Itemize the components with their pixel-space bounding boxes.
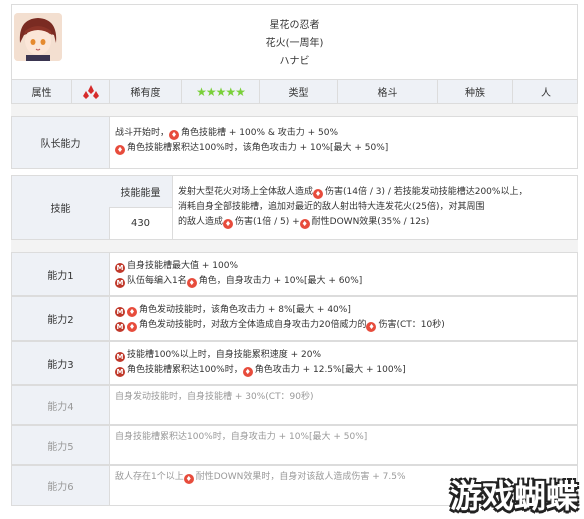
character-card: 星花の忍者 花火(一周年) ハナビ 属性 稀有度 ★★★★★ 类型 格斗 种族 … [11, 4, 578, 506]
ability-row-2: 能力2 M ♦ 角色发动技能时，该角色攻击力 + 8%[最大 + 40%] M ♦ 角色… [11, 296, 578, 341]
fire-icon: ♦ [183, 474, 194, 484]
fire-icon: ♦ [186, 278, 197, 288]
m-icon: M [115, 367, 125, 377]
skill-line1: 发射大型花火对场上全体敌人造成 [178, 187, 314, 197]
ability-line: 敌人存在1个以上 [115, 472, 184, 482]
ability-row-4: 能力4 自身发动技能时，自身技能槽 + 30%(CT：90秒) [11, 385, 578, 425]
ability-text: 自身发动技能时，自身技能槽 + 30%(CT：90秒) [115, 392, 314, 402]
ability-line: 技能槽100%以上时，自身技能累积速度 + 20% [127, 350, 321, 360]
type-label: 类型 [260, 80, 338, 103]
leader-ability-text: 战斗开始时， ♦ 角色技能槽 + 100% & 攻击力 + 50% ♦ 角色技能槽累积… [115, 126, 571, 156]
ability-line: 角色技能槽累积达100%时， [127, 365, 243, 375]
ability-line: 伤害(CT：10秒) [378, 320, 445, 330]
m-icon: M [115, 263, 125, 273]
rarity-stars: ★★★★★ [182, 80, 260, 103]
skill-line2: 消耗自身全部技能槽，追加对最近的敌人射出特大连发花火(25倍)，对其周围 [178, 202, 485, 212]
leader-line2: 角色技能槽累积达100%时，该角色攻击力 + 10%[最大 + 50%] [127, 143, 389, 153]
m-icon: M [115, 278, 125, 288]
skill-text: 发射大型花火对场上全体敌人造成 ♦ 伤害(14倍 / 3) / 若技能发动技能槽达2… [178, 185, 571, 230]
race-value: 人 [541, 88, 551, 99]
m-icon: M [115, 307, 125, 317]
fire-icon: ♦ [313, 189, 324, 199]
skill-line1b: 伤害(14倍 / 3) / 若技能发动技能槽达200%以上， [325, 187, 528, 197]
ability-line: 耐性DOWN效果时，自身对该敌人造成伤害 + 7.5% [195, 472, 406, 482]
ability-label: 能力6 [12, 466, 110, 505]
ability-text: 自身技能槽累积达100%时，自身攻击力 + 10%[最大 + 50%] [115, 432, 368, 442]
skill-row: 技能 技能能量 430 发射大型花火对场上全体敌人造成 ♦ 伤害(14倍 / 3) … [11, 175, 578, 240]
ability-text: M 自身技能槽最大值 + 100% M 队伍每编入1名 ♦ 角色，自身攻击力 + 10%… [115, 259, 571, 289]
fire-icon: ♦ [299, 219, 310, 229]
attribute-row: 属性 稀有度 ★★★★★ 类型 格斗 种族 人 [11, 80, 578, 104]
ability-line: 角色发动技能时，该角色攻击力 + 8%[最大 + 40%] [139, 305, 351, 315]
character-name: 星花の忍者 [269, 20, 320, 31]
skill-line3b: 伤害(1倍 / 5) + [235, 217, 300, 227]
fire-icon: ♦ [127, 322, 137, 332]
fire-icon: ♦ [223, 219, 234, 229]
skill-label: 技能 [12, 176, 110, 239]
skill-line3c: 耐性DOWN效果(35% / 12s) [311, 217, 430, 227]
fire-icon: ♦ [127, 307, 137, 317]
section-divider [11, 240, 578, 252]
type-value: 格斗 [338, 80, 438, 103]
m-icon: M [115, 322, 125, 332]
fire-icon: ♦ [169, 130, 180, 140]
ability-label: 能力2 [12, 297, 110, 340]
leader-line1b: 角色技能槽 + 100% & 攻击力 + 50% [181, 128, 339, 138]
character-kana: ハナビ [279, 56, 310, 67]
ability-text: M ♦ 角色发动技能时，该角色攻击力 + 8%[最大 + 40%] M ♦ 角色发动技能… [115, 303, 571, 333]
ability-label: 能力1 [12, 253, 110, 295]
ability-text: M 技能槽100%以上时，自身技能累积速度 + 20% M 角色技能槽累积达100%… [115, 348, 571, 378]
race-label: 种族 [438, 80, 513, 103]
m-icon: M [115, 352, 125, 362]
attribute-icon [72, 80, 110, 103]
ability-label: 能力5 [12, 426, 110, 464]
ability-line: 角色发动技能时，对敌方全体造成自身攻击力20倍威力的 [139, 320, 367, 330]
fire-icon: ♦ [242, 367, 253, 377]
leader-ability-label: 队长能力 [12, 117, 110, 168]
ability-line: 角色攻击力 + 12.5%[最大 + 100%] [254, 365, 406, 375]
fire-icon: ♦ [115, 145, 125, 155]
ability-row-5: 能力5 自身技能槽累积达100%时，自身攻击力 + 10%[最大 + 50%] [11, 425, 578, 465]
ability-label: 能力4 [12, 386, 110, 424]
skill-line3a: 的敌人造成 [178, 217, 224, 227]
attr-label: 属性 [12, 80, 72, 103]
ability-label: 能力3 [12, 342, 110, 384]
ability-line: 自身技能槽最大值 + 100% [127, 261, 238, 271]
skill-energy-value: 430 [130, 218, 151, 229]
skill-energy-box: 技能能量 430 [109, 176, 173, 239]
ability-row-3: 能力3 M 技能槽100%以上时，自身技能累积速度 + 20% M 角色技能槽累积达… [11, 341, 578, 385]
watermark-logo: 游戏蝴蝶 [449, 477, 578, 515]
leader-ability-row: 队长能力 战斗开始时， ♦ 角色技能槽 + 100% & 攻击力 + 50% ♦ 角色… [11, 116, 578, 169]
leader-line1a: 战斗开始时， [115, 128, 170, 138]
section-divider [11, 104, 578, 116]
ability-row-1: 能力1 M 自身技能槽最大值 + 100% M 队伍每编入1名 ♦ 角色，自身攻击力 +… [11, 252, 578, 296]
skill-energy-label: 技能能量 [109, 176, 172, 208]
card-header: 星花の忍者 花火(一周年) ハナビ [11, 4, 578, 80]
character-title: 花火(一周年) [265, 38, 324, 49]
rarity-label: 稀有度 [110, 80, 182, 103]
fire-icon: ♦ [366, 322, 377, 332]
ability-line: 队伍每编入1名 [127, 276, 187, 286]
ability-line: 角色，自身攻击力 + 10%[最大 + 60%] [198, 276, 363, 286]
